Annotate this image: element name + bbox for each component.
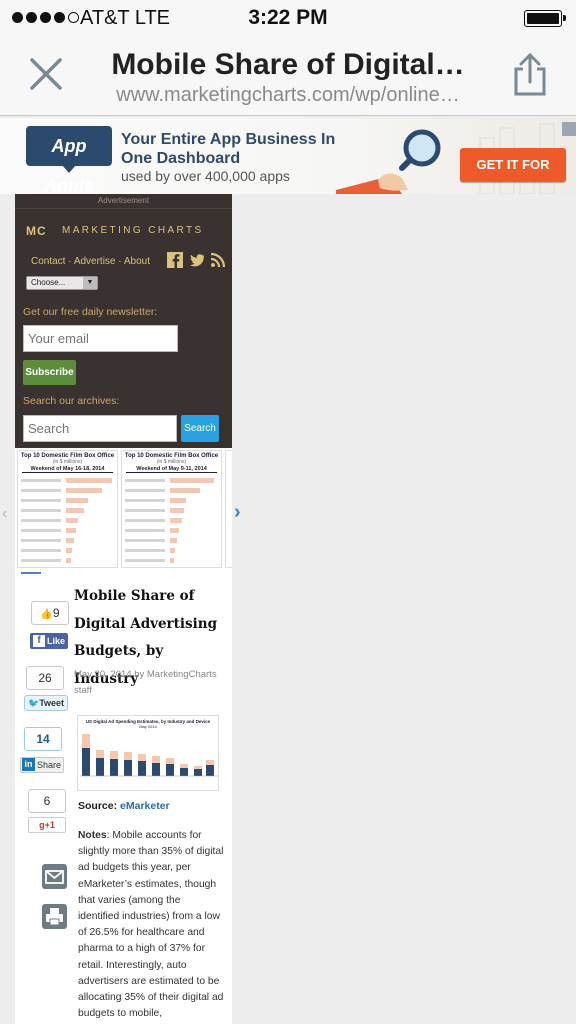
article-chart-image[interactable]: US Digital Ad Spending Estimates, by Ind… (77, 715, 219, 791)
facebook-icon[interactable] (167, 252, 183, 268)
facebook-like-button[interactable]: f Like (30, 633, 68, 649)
facebook-icon: f (33, 635, 45, 647)
search-archives-label: Search our archives: (23, 395, 120, 407)
status-bar: AT&T LTE 3:22 PM (0, 0, 576, 36)
linkedin-share-button[interactable]: in Share (20, 757, 64, 773)
linkedin-icon: in (22, 758, 35, 771)
google-plus-button[interactable]: g+1 (28, 817, 66, 833)
carousel-progress (21, 572, 41, 574)
ad-headline-1: Your Entire App Business In (121, 131, 336, 148)
source-line: Source: eMarketer (78, 800, 170, 812)
email-icon[interactable] (42, 864, 67, 889)
carousel-item[interactable]: Top 10 Domestic Film Box Office (in $ mi… (121, 450, 222, 568)
top-nav: Contact · Advertise · About (31, 256, 150, 267)
chevron-down-icon: ▼ (83, 277, 97, 289)
close-icon[interactable] (26, 54, 66, 94)
twitter-icon[interactable] (189, 252, 205, 268)
carousel-item[interactable] (225, 450, 232, 568)
site-logo-mark[interactable]: MC (26, 224, 47, 238)
article-notes: Notes: Mobile accounts for slightly more… (78, 830, 224, 1020)
ad-tagline: used by over 400,000 apps (121, 168, 290, 184)
share-icon[interactable] (508, 52, 552, 98)
magnifier-hand-icon (336, 129, 441, 194)
ad-banner[interactable]: App Annie Your Entire App Business In On… (0, 118, 576, 194)
like-count: 👍9 (31, 601, 69, 625)
search-input[interactable] (23, 415, 177, 442)
ad-headline-2: One Dashboard (121, 150, 241, 167)
chart-carousel[interactable]: Top 10 Domestic Film Box Office (in $ mi… (15, 448, 232, 570)
site-logo-name[interactable]: MARKETING CHARTS (62, 225, 204, 236)
site-header: Advertisement MC MARKETING CHARTS Contac… (15, 194, 232, 448)
tweet-count: 26 (26, 666, 64, 690)
adchoices-icon[interactable] (562, 122, 576, 136)
nav-contact-link[interactable]: Contact (31, 256, 65, 267)
chart-subtitle: May 2014 (139, 724, 157, 729)
app-annie-logo: App Annie (26, 126, 112, 194)
page-url[interactable]: www.marketingcharts.com/wp/online… (96, 84, 480, 107)
browser-nav-bar: Mobile Share of Digital… www.marketingch… (0, 36, 576, 116)
subscribe-button[interactable]: Subscribe (23, 360, 76, 385)
chart-thumbnail (80, 734, 218, 777)
article-byline: May 20, 2014 by MarketingCharts staff (74, 669, 217, 696)
gplus-count: 6 (28, 789, 66, 813)
newsletter-label: Get our free daily newsletter: (23, 306, 158, 318)
print-icon[interactable] (42, 904, 67, 929)
linkedin-share-count: 14 (24, 727, 62, 751)
advertisement-label: Advertisement (97, 196, 150, 205)
nav-about-link[interactable]: About (124, 256, 150, 267)
chevron-left-icon[interactable]: ‹ (2, 505, 7, 523)
category-select[interactable]: Choose... ▼ (26, 276, 98, 290)
get-it-free-button[interactable]: GET IT FOR FREE (460, 148, 566, 194)
carousel-item[interactable]: Top 10 Domestic Film Box Office (in $ mi… (17, 450, 118, 568)
page-title: Mobile Share of Digital… (111, 48, 465, 81)
tweet-button[interactable]: 🐦Tweet (24, 695, 68, 711)
email-field[interactable] (23, 325, 178, 352)
source-link[interactable]: eMarketer (120, 800, 170, 812)
chevron-right-icon[interactable]: › (234, 501, 241, 524)
twitter-icon: 🐦 (28, 698, 40, 708)
battery-icon (524, 10, 566, 27)
search-button[interactable]: Search (181, 415, 219, 442)
nav-advertise-link[interactable]: Advertise (74, 256, 116, 267)
clock: 3:22 PM (248, 6, 328, 29)
rss-icon[interactable] (210, 252, 226, 268)
